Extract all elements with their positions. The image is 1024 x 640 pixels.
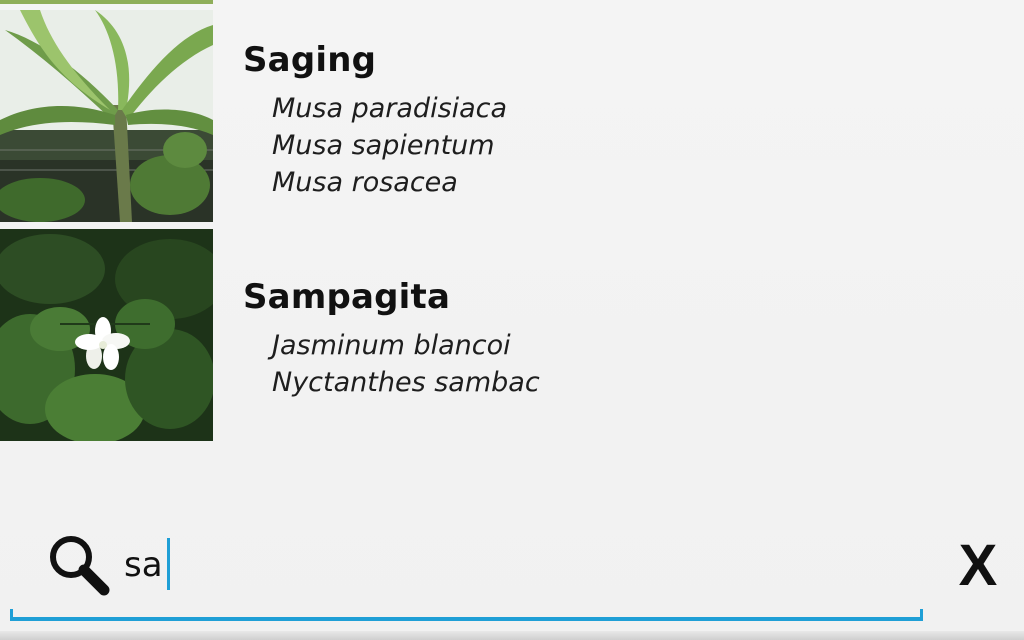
plant-common-name: Sampagita — [243, 277, 451, 317]
search-icon — [46, 532, 114, 600]
list-item[interactable]: Saging Musa paradisiaca Musa sapientum M… — [0, 10, 1024, 222]
search-input[interactable] — [124, 538, 824, 592]
plant-common-name: Saging — [243, 40, 377, 80]
scientific-name: Musa rosacea — [272, 167, 458, 198]
search-underline-right-tick — [920, 609, 923, 621]
search-underline-left-tick — [10, 609, 13, 621]
search-underline — [10, 617, 923, 621]
banana-plant-thumbnail — [0, 10, 213, 222]
scientific-name: Nyctanthes sambac — [272, 367, 540, 398]
previous-item-thumbnail[interactable] — [0, 0, 213, 4]
bottom-edge — [0, 631, 1024, 640]
list-item[interactable]: Sampagita Jasminum blancoi Nyctanthes sa… — [0, 229, 1024, 441]
app-screen: Saging Musa paradisiaca Musa sapientum M… — [0, 0, 1024, 640]
jasmine-flower-thumbnail — [0, 229, 213, 441]
scientific-name: Jasminum blancoi — [272, 330, 511, 361]
scientific-name: Musa sapientum — [272, 130, 495, 161]
text-caret — [167, 538, 170, 590]
clear-search-button[interactable]: X — [950, 533, 1006, 598]
scientific-name: Musa paradisiaca — [272, 93, 508, 124]
